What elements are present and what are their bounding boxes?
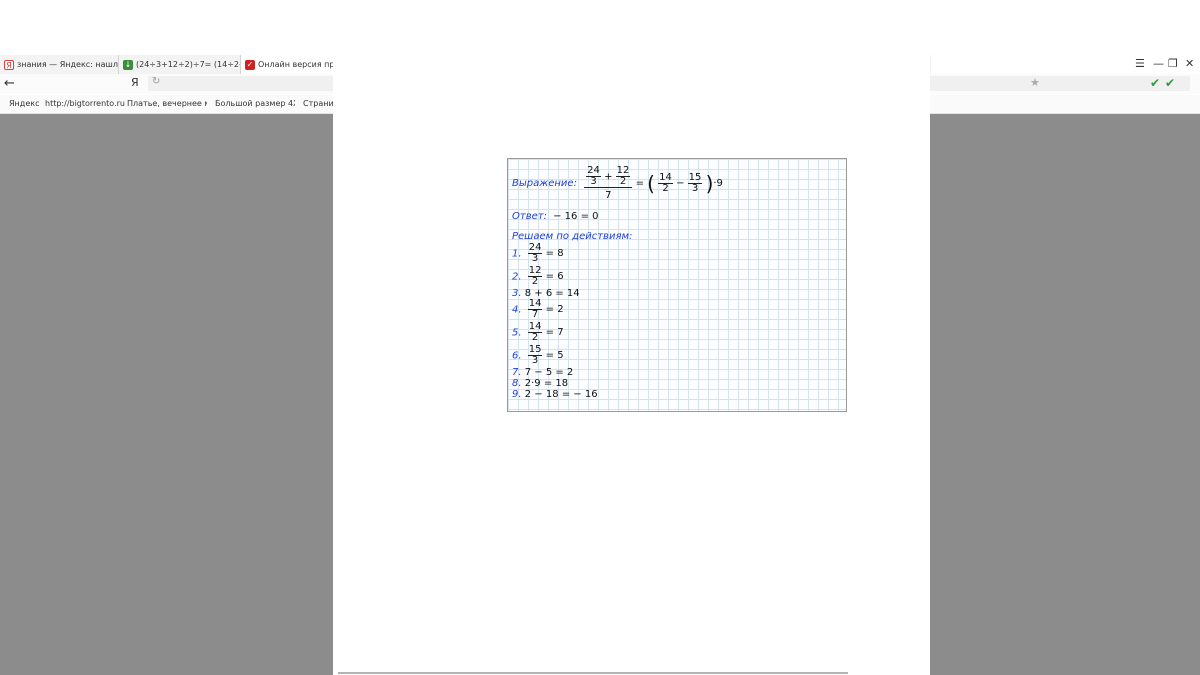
- tab-label: знания — Яндекс: нашлось: [17, 60, 118, 69]
- expression-line: Выражение: 24 3 + 12 2 7 = ( 14 2 − 15 3 )·9: [512, 165, 723, 201]
- download-icon: ↓: [123, 59, 133, 70]
- page-bottom-shadow: [338, 672, 848, 674]
- yandex-icon: Я: [4, 59, 14, 70]
- step-row: 9. 2 − 18 = − 16: [512, 389, 598, 400]
- back-arrow-icon[interactable]: ←: [4, 76, 15, 91]
- tab-online-solver[interactable]: ✓Онлайн версия прогр: [241, 55, 334, 74]
- steps-heading: Решаем по действиям:: [512, 231, 633, 242]
- bookmark-bigtorrento[interactable]: http://bigtorrento.ru: [45, 95, 125, 113]
- step-row: 6. 15 3 = 5: [512, 344, 564, 366]
- restore-icon[interactable]: ❐: [1168, 57, 1178, 70]
- expression-label: Выражение:: [512, 178, 577, 189]
- close-icon[interactable]: ✕: [1185, 57, 1194, 70]
- step-row: 4. 14 7 = 2: [512, 298, 564, 320]
- star-icon[interactable]: ★: [1030, 76, 1040, 89]
- answer-value: − 16 = 0: [553, 211, 599, 222]
- math-worksheet: Выражение: 24 3 + 12 2 7 = ( 14 2 − 15 3 )·9…: [507, 158, 847, 412]
- solver-app-icon: ✓: [245, 59, 255, 70]
- tab-label: Онлайн версия прогр: [258, 60, 334, 69]
- answer-label: Ответ:: [512, 211, 547, 222]
- step-row: 1. 24 3 = 8: [512, 242, 564, 264]
- bookmark-page[interactable]: Страниц: [303, 95, 333, 113]
- yandex-logo: Я: [131, 76, 139, 89]
- tab-yandex-search[interactable]: Язнания — Яндекс: нашлось: [0, 55, 119, 74]
- shield-icon[interactable]: ✔: [1163, 76, 1177, 90]
- shield-icon[interactable]: ✔: [1148, 76, 1162, 90]
- step-row: 8. 2·9 = 18: [512, 378, 569, 389]
- step-row: 3. 8 + 6 = 14: [512, 288, 580, 299]
- step-row: 5. 14 2 = 7: [512, 321, 564, 343]
- step-row: 7. 7 − 5 = 2: [512, 367, 574, 378]
- menu-icon[interactable]: ☰: [1135, 57, 1145, 70]
- bookmark-large-size[interactable]: Большой размер 4XL: [215, 95, 295, 113]
- reload-icon[interactable]: ↻: [152, 76, 160, 87]
- answer-line: Ответ: − 16 = 0: [512, 211, 599, 222]
- big-fraction: 24 3 + 12 2 7: [584, 166, 633, 201]
- bookmark-dress[interactable]: Платье, вечернее ма: [127, 95, 207, 113]
- minimize-icon[interactable]: —: [1153, 57, 1164, 70]
- step-row: 2. 12 2 = 6: [512, 265, 564, 287]
- bookmark-yandex[interactable]: Яндекс: [9, 95, 39, 113]
- tab-label: (24÷3+12÷2)÷7= (14÷2-15÷: [136, 60, 240, 69]
- tab-expression[interactable]: ↓(24÷3+12÷2)÷7= (14÷2-15÷: [119, 55, 241, 74]
